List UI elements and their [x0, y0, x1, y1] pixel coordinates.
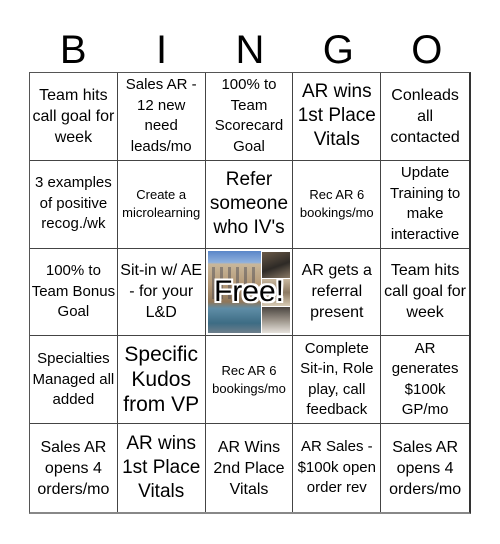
bingo-cell[interactable]: 100% to Team Bonus Goal	[30, 248, 118, 337]
bingo-cell[interactable]: Rec AR 6 bookings/mo	[205, 336, 294, 425]
bingo-cell[interactable]: Conleads all contacted	[381, 73, 469, 161]
bingo-cell[interactable]: Create a microlearning	[117, 160, 206, 249]
header-letter-b: B	[59, 28, 87, 72]
bingo-cell[interactable]: Team hits call goal for week	[30, 73, 118, 161]
bingo-cell[interactable]: Update Training to make interactive	[381, 161, 469, 249]
bingo-cell[interactable]: Specialties Managed all added	[30, 336, 118, 425]
bingo-cell[interactable]: Team hits call goal for week	[381, 249, 469, 337]
bingo-cell[interactable]: AR Wins 2nd Place Vitals	[206, 424, 294, 512]
bingo-cell[interactable]: AR wins 1st Place Vitals	[293, 73, 382, 161]
bingo-cell[interactable]: Specific Kudos from VP	[117, 336, 206, 425]
free-space-cell[interactable]: Free!	[205, 248, 294, 337]
bingo-cell[interactable]: Sales AR opens 4 orders/mo	[30, 424, 118, 512]
bingo-cell[interactable]: AR Sales - $100k open order rev	[293, 424, 382, 512]
bingo-cell[interactable]: Sales AR opens 4 orders/mo	[381, 424, 469, 512]
bingo-cell[interactable]: Sit-in w/ AE - for your L&D	[117, 248, 206, 337]
bingo-cell[interactable]: 100% to Team Scorecard Goal	[205, 73, 294, 161]
bingo-cell[interactable]: Rec AR 6 bookings/mo	[293, 160, 382, 249]
interior-photo	[260, 305, 291, 334]
bingo-grid: Team hits call goal for week Sales AR - …	[29, 72, 471, 514]
header-letter-i: I	[156, 28, 168, 72]
bingo-cell[interactable]: AR wins 1st Place Vitals	[118, 424, 206, 512]
bingo-cell[interactable]: Sales AR - 12 new need leads/mo	[117, 73, 206, 161]
free-space-label: Free!	[213, 274, 284, 308]
bingo-header: B I N G O	[29, 28, 471, 72]
free-space-image: Free!	[207, 250, 291, 334]
bingo-cell[interactable]: AR gets a referral present	[293, 248, 382, 337]
bingo-cell[interactable]: Refer someone who IV's	[205, 160, 294, 249]
bingo-cell[interactable]: AR generates $100k GP/mo	[381, 336, 469, 425]
header-letter-o: O	[411, 28, 443, 72]
header-letter-g: G	[322, 28, 354, 72]
bingo-cell[interactable]: 3 examples of positive recog./wk	[30, 160, 118, 249]
bingo-cell[interactable]: Complete Sit-in, Role play, call feedbac…	[293, 336, 382, 425]
header-letter-n: N	[235, 28, 265, 72]
